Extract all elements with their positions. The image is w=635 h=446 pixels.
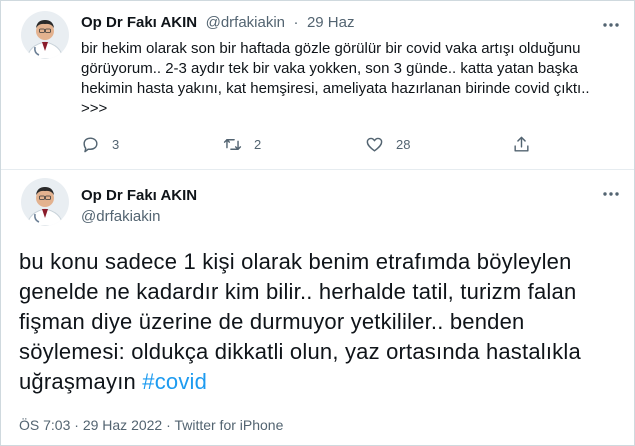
hashtag-link[interactable]: #covid (142, 369, 207, 394)
tweet-first[interactable]: Op Dr Fakı AKIN @drfakiakin · 29 Haz bir… (1, 1, 634, 170)
share-icon (514, 136, 529, 152)
author-name[interactable]: Op Dr Fakı AKIN (81, 14, 197, 31)
retweet-icon (223, 139, 242, 150)
action-bar: 3 2 28 (81, 135, 541, 159)
separator-dot: · (74, 417, 79, 433)
tweet-header: Op Dr Fakı AKIN @drfakiakin · 29 Haz (81, 14, 358, 32)
tweet-meta: ÖS 7:03 · 29 Haz 2022 · Twitter for iPho… (19, 417, 283, 433)
tweet-text: bir hekim olarak son bir haftada gözle g… (81, 40, 590, 117)
reply-count: 3 (112, 137, 120, 152)
like-button[interactable]: 28 (365, 135, 410, 154)
retweet-button[interactable]: 2 (223, 135, 261, 154)
author-handle[interactable]: @drfakiakin (206, 14, 285, 31)
like-count: 28 (396, 137, 411, 152)
tweet-text-body: bu konu sadece 1 kişi olarak benim etraf… (19, 249, 581, 394)
more-icon[interactable] (601, 184, 621, 204)
share-button[interactable] (512, 135, 543, 154)
avatar[interactable] (21, 11, 69, 59)
separator-dot: · (293, 14, 299, 31)
tweet-time[interactable]: ÖS 7:03 (19, 417, 70, 433)
tweet-full-date[interactable]: 29 Haz 2022 (83, 417, 162, 433)
tweet-source[interactable]: Twitter for iPhone (174, 417, 283, 433)
author-name[interactable]: Op Dr Fakı AKIN (81, 187, 197, 204)
tweet-thread: Op Dr Fakı AKIN @drfakiakin · 29 Haz bir… (0, 0, 635, 446)
author-handle[interactable]: @drfakiakin (81, 208, 160, 225)
more-icon[interactable] (601, 15, 621, 35)
reply-icon (83, 137, 98, 153)
reply-button[interactable]: 3 (81, 135, 119, 154)
tweet-text-main: bu konu sadece 1 kişi olarak benim etraf… (19, 247, 619, 397)
separator-dot: · (166, 417, 171, 433)
retweet-count: 2 (254, 137, 262, 152)
avatar[interactable] (21, 178, 69, 226)
tweet-date[interactable]: 29 Haz (307, 14, 355, 31)
like-icon (366, 137, 383, 152)
